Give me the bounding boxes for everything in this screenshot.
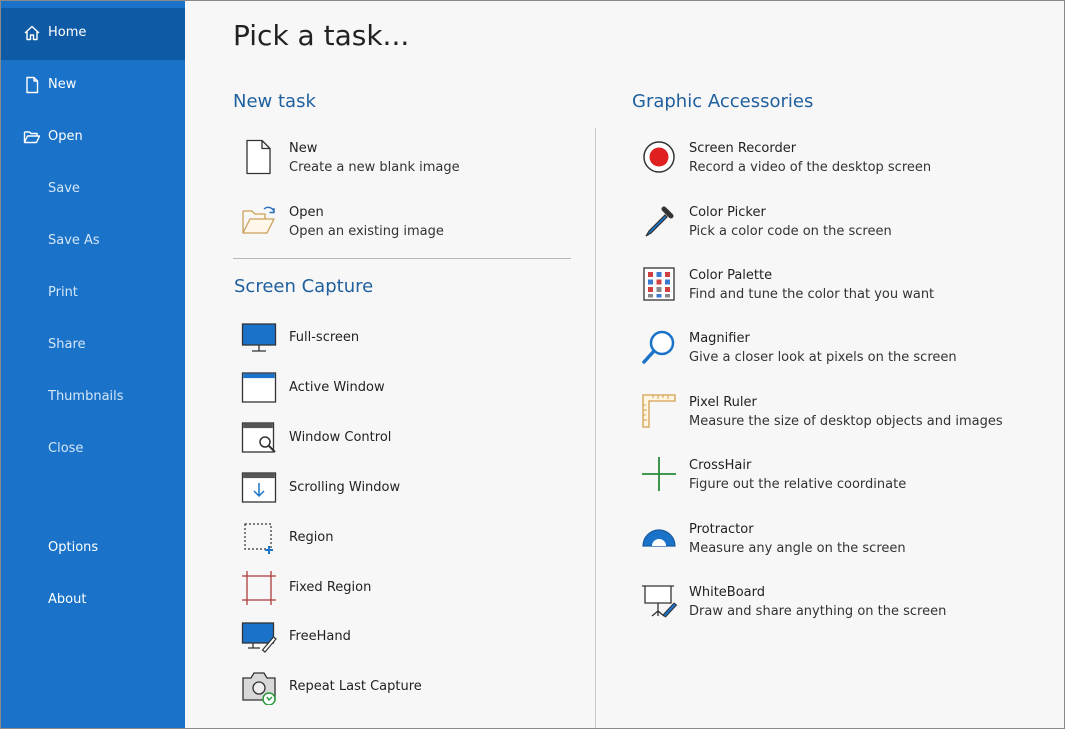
task-name: Color Picker — [689, 205, 766, 220]
sidebar-item-label: Save — [48, 181, 80, 196]
main-panel: Pick a task... New task Graphic Accessor… — [185, 1, 1064, 728]
region-icon — [241, 520, 277, 556]
task-description: Open an existing image — [289, 224, 444, 239]
section-title-screen-capture: Screen Capture — [234, 276, 374, 297]
folder-open-icon — [241, 203, 277, 239]
sidebar-item-open[interactable]: Open — [1, 112, 185, 164]
scrolling-window-icon — [241, 470, 277, 506]
home-icon — [23, 24, 41, 42]
task-name: Full-screen — [289, 330, 360, 345]
section-title-graphic-accessories: Graphic Accessories — [632, 91, 814, 112]
task-description: Give a closer look at pixels on the scre… — [689, 350, 957, 365]
task-name: WhiteBoard — [689, 585, 766, 600]
sidebar-item-about[interactable]: About — [1, 575, 185, 627]
task-description: Find and tune the color that you want — [689, 287, 935, 302]
window-icon — [241, 370, 277, 406]
sidebar-item-new[interactable]: New — [1, 60, 185, 112]
fixed-region-icon — [241, 570, 277, 606]
whiteboard-icon — [641, 583, 677, 619]
task-description: Measure any angle on the screen — [689, 541, 906, 556]
sidebar-item-share[interactable]: Share — [1, 320, 185, 372]
sidebar-item-label: Save As — [48, 233, 100, 248]
sidebar-item-thumbnails[interactable]: Thumbnails — [1, 372, 185, 424]
task-description: Measure the size of desktop objects and … — [689, 414, 1003, 429]
task-name: Scrolling Window — [289, 480, 401, 495]
task-name: Color Palette — [689, 268, 773, 283]
task-name: Repeat Last Capture — [289, 679, 422, 694]
task-name: Magnifier — [689, 331, 750, 346]
task-name: Active Window — [289, 380, 385, 395]
section-divider — [233, 258, 571, 259]
task-description: Draw and share anything on the screen — [689, 604, 947, 619]
sidebar-item-save-as[interactable]: Save As — [1, 216, 185, 268]
sidebar-item-label: Home — [48, 25, 87, 40]
eyedropper-icon — [641, 203, 677, 239]
ruler-icon — [641, 393, 677, 429]
sidebar-item-label: Open — [48, 129, 83, 144]
task-description: Create a new blank image — [289, 160, 460, 175]
sidebar-item-label: About — [48, 592, 87, 607]
sidebar-item-save[interactable]: Save — [1, 164, 185, 216]
task-description: Figure out the relative coordinate — [689, 477, 907, 492]
sidebar-item-print[interactable]: Print — [1, 268, 185, 320]
record-icon — [641, 139, 677, 175]
palette-icon — [641, 266, 677, 302]
task-name: Protractor — [689, 522, 754, 537]
sidebar-item-label: Options — [48, 540, 99, 555]
sidebar-item-label: New — [48, 77, 77, 92]
sidebar-item-options[interactable]: Options — [1, 523, 185, 575]
sidebar-item-label: Print — [48, 285, 78, 300]
folder-open-icon — [23, 128, 41, 146]
task-name: New — [289, 141, 318, 156]
sidebar-item-label: Share — [48, 337, 86, 352]
sidebar-item-label: Close — [48, 441, 84, 456]
sidebar-item-home[interactable]: Home — [1, 8, 185, 60]
sidebar: Home New Open Save Save As Print Share T… — [1, 1, 185, 728]
protractor-icon — [641, 520, 677, 556]
camera-repeat-icon — [241, 669, 277, 705]
file-icon — [23, 76, 41, 94]
task-description: Pick a color code on the screen — [689, 224, 892, 239]
blank-page-icon — [241, 139, 277, 175]
task-name: Screen Recorder — [689, 141, 797, 156]
magnifier-icon — [641, 329, 677, 365]
window-magnifier-icon — [241, 420, 277, 456]
sidebar-item-label: Thumbnails — [48, 389, 124, 404]
task-name: Pixel Ruler — [689, 395, 757, 410]
task-name: Open — [289, 205, 324, 220]
task-description: Record a video of the desktop screen — [689, 160, 932, 175]
crosshair-icon — [641, 456, 677, 492]
task-name: Region — [289, 530, 334, 545]
section-title-new-task: New task — [233, 91, 316, 112]
app-window: Home New Open Save Save As Print Share T… — [0, 0, 1065, 729]
monitor-icon — [241, 320, 277, 356]
page-title: Pick a task... — [233, 19, 410, 52]
task-name: Window Control — [289, 430, 392, 445]
sidebar-item-close[interactable]: Close — [1, 424, 185, 476]
task-name: FreeHand — [289, 629, 351, 644]
task-name: CrossHair — [689, 458, 752, 473]
freehand-icon — [241, 619, 277, 655]
task-name: Fixed Region — [289, 580, 372, 595]
